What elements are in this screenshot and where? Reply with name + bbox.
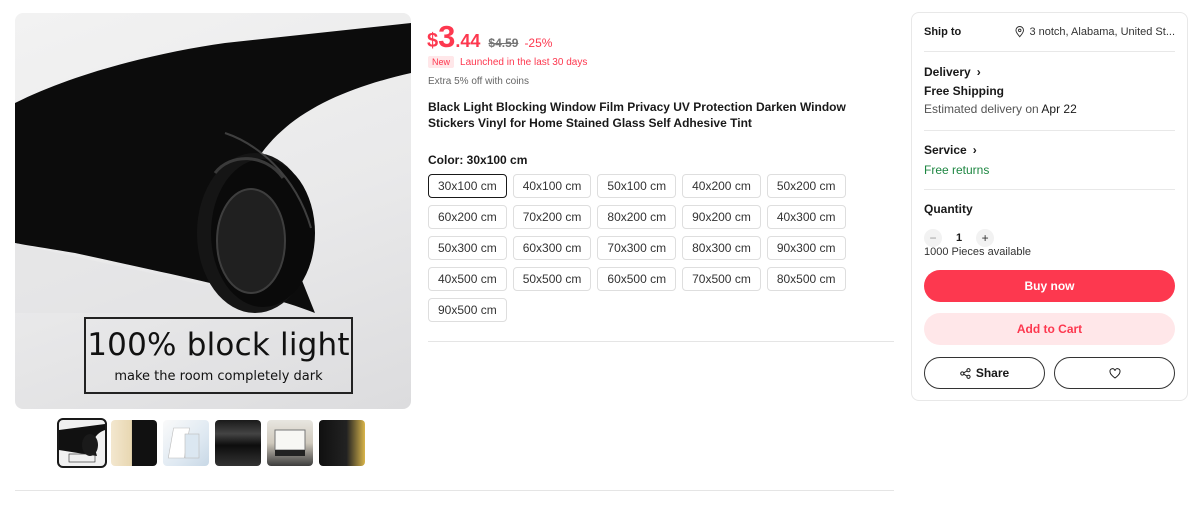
color-option[interactable]: 40x200 cm (682, 174, 761, 198)
estimated-delivery: Estimated delivery on Apr 22 (924, 102, 1077, 116)
wishlist-button[interactable] (1054, 357, 1175, 389)
delivery-label: Delivery (924, 65, 971, 79)
add-to-cart-button[interactable]: Add to Cart (924, 313, 1175, 345)
color-option[interactable]: 40x500 cm (428, 267, 507, 291)
quantity-stepper: − 1 + (924, 229, 995, 247)
color-label: Color: 30x100 cm (428, 153, 527, 167)
decrease-quantity-button[interactable]: − (924, 229, 942, 247)
purchase-panel: Ship to 3 notch, Alabama, United St... D… (911, 12, 1188, 401)
ship-to-row[interactable]: Ship to 3 notch, Alabama, United St... (924, 26, 1175, 38)
color-option[interactable]: 60x200 cm (428, 205, 507, 229)
service-header[interactable]: Service › (924, 143, 977, 157)
ship-to-label: Ship to (924, 26, 962, 38)
discount-percent: -25% (524, 36, 553, 50)
color-option[interactable]: 90x200 cm (682, 205, 761, 229)
section-divider (15, 490, 894, 491)
thumbnail-3[interactable] (163, 420, 209, 466)
chevron-right-icon: › (976, 65, 981, 79)
color-options: 30x100 cm 40x100 cm 50x100 cm 40x200 cm 50x2… (428, 174, 848, 322)
availability-text: 1000 Pieces available (924, 246, 1032, 258)
color-option[interactable]: 90x300 cm (766, 236, 846, 260)
price-decimal: .44 (455, 31, 481, 51)
color-option[interactable]: 90x500 cm (428, 298, 507, 322)
overlay-subtitle: make the room completely dark (114, 369, 323, 384)
color-option[interactable]: 50x100 cm (597, 174, 677, 198)
price: $ 3 .44 $4.59 -25% (427, 19, 553, 54)
new-launch-row: New Launched in the last 30 days (428, 56, 587, 68)
panel-divider (924, 51, 1175, 52)
color-option[interactable]: 30x100 cm (428, 174, 507, 198)
thumbnail-1[interactable] (57, 418, 107, 468)
original-price: $4.59 (488, 36, 519, 50)
product-title: Black Light Blocking Window Film Privacy… (428, 100, 846, 130)
color-option[interactable]: 80x200 cm (597, 205, 677, 229)
color-option[interactable]: 70x200 cm (512, 205, 592, 229)
color-option[interactable]: 40x100 cm (512, 174, 592, 198)
info-divider (428, 341, 894, 342)
thumbnail-2[interactable] (111, 420, 157, 466)
thumbnail-4[interactable] (215, 420, 261, 466)
heart-icon (1109, 367, 1120, 379)
overlay-title: 100% block light (87, 327, 350, 363)
color-option[interactable]: 50x300 cm (428, 236, 507, 260)
panel-divider (924, 130, 1175, 131)
service-value: Free returns (924, 163, 990, 177)
chevron-right-icon: › (972, 143, 977, 157)
new-badge: New (428, 56, 455, 68)
thumbnail-5[interactable] (267, 420, 313, 466)
estimated-delivery-prefix: Estimated delivery on (924, 102, 1039, 116)
color-selected-value: 30x100 cm (466, 153, 528, 167)
color-option[interactable]: 50x200 cm (766, 174, 846, 198)
quantity-value[interactable]: 1 (956, 232, 962, 244)
shipping-method: Free Shipping (924, 84, 1005, 98)
quantity-label: Quantity (924, 202, 973, 216)
color-option[interactable]: 50x500 cm (512, 267, 592, 291)
estimated-delivery-date: Apr 22 (1041, 102, 1077, 116)
coins-discount-note: Extra 5% off with coins (428, 76, 529, 87)
ship-to-location[interactable]: 3 notch, Alabama, United St... (1015, 26, 1175, 38)
color-option[interactable]: 60x500 cm (597, 267, 677, 291)
color-option[interactable]: 80x500 cm (766, 267, 846, 291)
overlay-caption-box: 100% block light make the room completel… (84, 317, 353, 394)
service-label: Service (924, 143, 967, 157)
increase-quantity-button[interactable]: + (976, 229, 995, 247)
price-integer: 3 (438, 19, 456, 54)
panel-divider (924, 189, 1175, 190)
color-option[interactable]: 40x300 cm (766, 205, 846, 229)
main-product-image[interactable]: 100% block light make the room completel… (15, 13, 411, 409)
ship-to-value: 3 notch, Alabama, United St... (1029, 26, 1175, 38)
color-option[interactable]: 60x300 cm (512, 236, 592, 260)
color-option[interactable]: 70x500 cm (682, 267, 761, 291)
share-icon (960, 367, 971, 379)
price-currency: $ (427, 30, 439, 52)
share-button[interactable]: Share (924, 357, 1045, 389)
share-label: Share (975, 366, 1010, 380)
color-label-text: Color: (428, 153, 464, 167)
delivery-header[interactable]: Delivery › (924, 65, 981, 79)
thumbnail-strip (57, 418, 365, 468)
thumbnail-6[interactable] (319, 420, 365, 466)
location-pin-icon (1015, 26, 1024, 38)
color-option[interactable]: 80x300 cm (682, 236, 761, 260)
color-option[interactable]: 70x300 cm (597, 236, 677, 260)
buy-now-button[interactable]: Buy now (924, 270, 1175, 302)
new-launch-text: Launched in the last 30 days (460, 56, 588, 68)
